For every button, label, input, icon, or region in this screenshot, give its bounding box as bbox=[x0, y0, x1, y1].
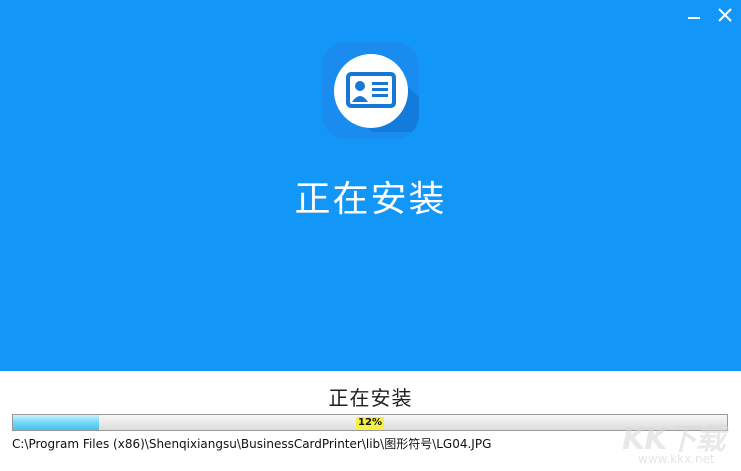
watermark-url: www.kkx.net bbox=[638, 452, 715, 466]
minimize-button[interactable] bbox=[683, 4, 705, 26]
minimize-icon bbox=[688, 17, 700, 19]
progress-percent: 12% bbox=[13, 415, 727, 430]
installer-header: 正在安装 bbox=[0, 0, 741, 371]
business-card-icon bbox=[322, 42, 419, 139]
close-icon bbox=[718, 8, 732, 22]
progress-percent-label: 12% bbox=[356, 416, 384, 429]
current-file-path: C:\Program Files (x86)\Shenqixiangsu\Bus… bbox=[12, 437, 492, 451]
progress-bar: 12% bbox=[12, 414, 728, 431]
page-title: 正在安装 bbox=[294, 179, 447, 220]
close-button[interactable] bbox=[714, 4, 736, 26]
status-label: 正在安装 bbox=[328, 386, 413, 410]
